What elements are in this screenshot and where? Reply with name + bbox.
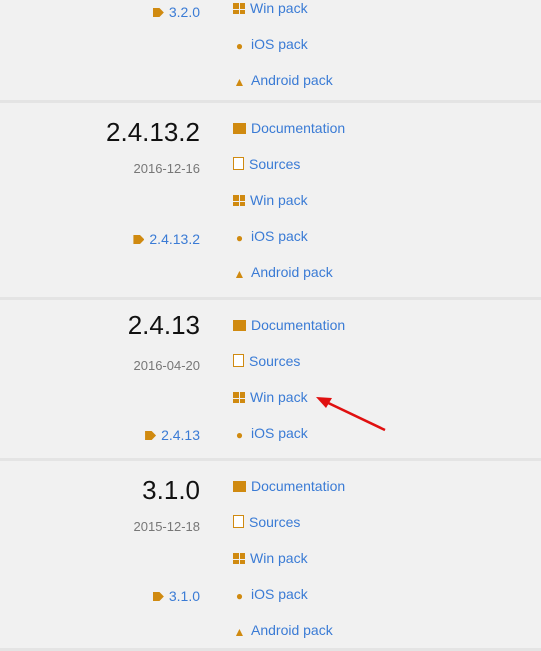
annotation-arrow — [316, 397, 386, 432]
